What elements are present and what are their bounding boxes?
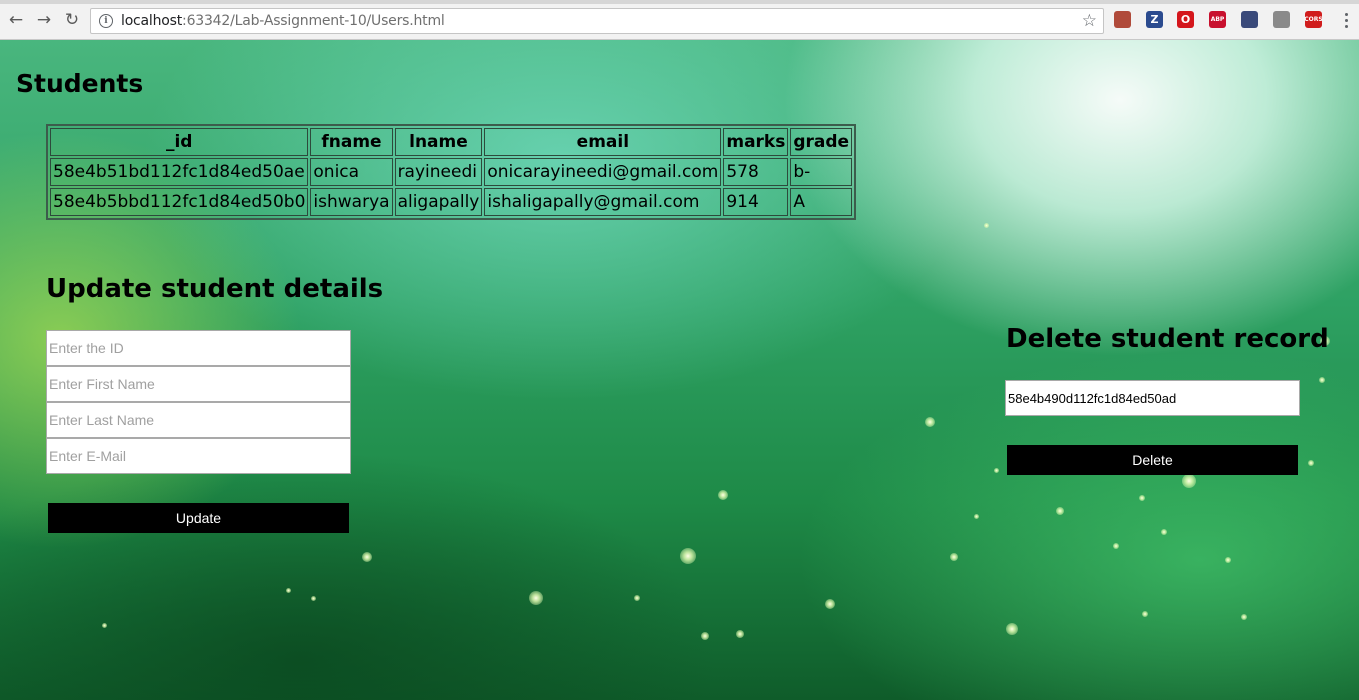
background-sparkle <box>983 222 989 228</box>
update-first-name-input[interactable] <box>46 366 351 402</box>
cors-extension-icon[interactable]: CORS <box>1304 11 1323 28</box>
background-sparkle <box>285 587 291 593</box>
bookmark-star-icon[interactable]: ☆ <box>1082 11 1097 31</box>
column-header-lname: lname <box>394 128 483 156</box>
cell-grade: A <box>790 188 853 216</box>
background-sparkle <box>310 595 316 601</box>
cell-email: ishaligapally@gmail.com <box>484 188 722 216</box>
column-header-marks: marks <box>723 128 789 156</box>
cell-marks: 914 <box>723 188 789 216</box>
background-sparkle <box>1241 614 1247 620</box>
url-text[interactable]: localhost:63342/Lab-Assignment-10/Users.… <box>121 13 445 29</box>
cell-fname: onica <box>310 158 393 186</box>
table-row: 58e4b5bbd112fc1d84ed50b0 ishwarya aligap… <box>50 188 853 216</box>
link-extension-icon[interactable] <box>1273 11 1290 28</box>
background-sparkle <box>1113 543 1119 549</box>
delete-id-input[interactable] <box>1005 380 1300 416</box>
pdf-extension-icon[interactable] <box>1114 11 1131 28</box>
background-sparkle <box>1056 507 1064 515</box>
background-sparkle <box>1161 529 1167 535</box>
update-email-input[interactable] <box>46 438 351 474</box>
column-header-id: _id <box>50 128 309 156</box>
zotero-extension-icon[interactable]: Z <box>1146 11 1163 28</box>
background-sparkle <box>950 553 958 561</box>
back-arrow-icon[interactable]: ← <box>6 10 26 30</box>
address-bar[interactable]: i localhost:63342/Lab-Assignment-10/User… <box>90 8 1104 34</box>
cell-lname: rayineedi <box>394 158 483 186</box>
browser-toolbar: ← → ↻ i localhost:63342/Lab-Assignment-1… <box>0 0 1359 40</box>
cell-id: 58e4b51bd112fc1d84ed50ae <box>50 158 309 186</box>
students-table: _id fname lname email marks grade 58e4b5… <box>46 124 857 220</box>
background-sparkle <box>701 632 709 640</box>
update-button[interactable]: Update <box>48 503 349 533</box>
page-background: Students _id fname lname email marks gra… <box>0 40 1359 700</box>
update-id-input[interactable] <box>46 330 351 366</box>
column-header-email: email <box>484 128 722 156</box>
forward-arrow-icon[interactable]: → <box>34 10 54 30</box>
background-sparkle <box>925 417 935 427</box>
background-sparkle <box>1308 460 1314 466</box>
background-sparkle <box>634 595 640 601</box>
students-title: Students <box>16 69 144 98</box>
tab-strip <box>0 0 1359 4</box>
background-sparkle <box>973 513 979 519</box>
background-sparkle <box>1006 623 1018 635</box>
puzzle-extension-icon[interactable] <box>1241 11 1258 28</box>
background-sparkle <box>825 599 835 609</box>
column-header-grade: grade <box>790 128 853 156</box>
background-sparkle <box>529 591 543 605</box>
cell-lname: aligapally <box>394 188 483 216</box>
update-last-name-input[interactable] <box>46 402 351 438</box>
reload-icon[interactable]: ↻ <box>62 10 82 30</box>
background-sparkle <box>718 490 728 500</box>
delete-button[interactable]: Delete <box>1007 445 1298 475</box>
background-sparkle <box>736 630 744 638</box>
column-header-fname: fname <box>310 128 393 156</box>
cell-fname: ishwarya <box>310 188 393 216</box>
background-sparkle <box>1142 611 1148 617</box>
opera-extension-icon[interactable]: O <box>1177 11 1194 28</box>
cell-grade: b- <box>790 158 853 186</box>
cell-id: 58e4b5bbd112fc1d84ed50b0 <box>50 188 309 216</box>
info-icon[interactable]: i <box>99 14 113 28</box>
table-row: 58e4b51bd112fc1d84ed50ae onica rayineedi… <box>50 158 853 186</box>
table-header-row: _id fname lname email marks grade <box>50 128 853 156</box>
background-sparkle <box>101 622 107 628</box>
delete-section-title: Delete student record <box>1006 324 1329 354</box>
browser-menu-icon[interactable] <box>1340 10 1352 30</box>
background-sparkle <box>993 467 999 473</box>
cell-email: onicarayineedi@gmail.com <box>484 158 722 186</box>
background-sparkle <box>362 552 372 562</box>
adblock-plus-icon[interactable]: ABP <box>1209 11 1226 28</box>
background-sparkle <box>1319 377 1325 383</box>
background-sparkle <box>1182 474 1196 488</box>
update-section-title: Update student details <box>46 274 384 304</box>
cell-marks: 578 <box>723 158 789 186</box>
background-sparkle <box>1139 495 1145 501</box>
background-sparkle <box>680 548 696 564</box>
background-sparkle <box>1225 557 1231 563</box>
